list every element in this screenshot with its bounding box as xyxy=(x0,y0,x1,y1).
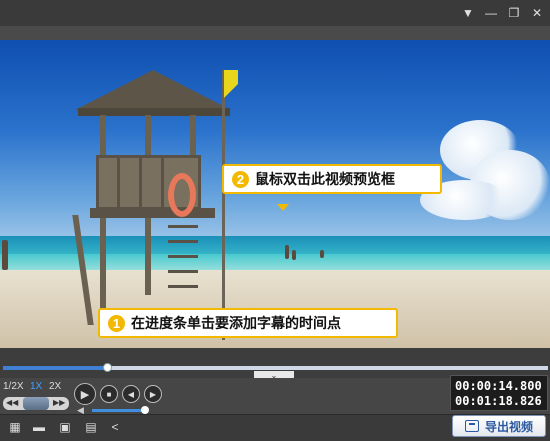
flagpole xyxy=(222,70,225,340)
ladder-rung xyxy=(168,240,198,243)
close-icon[interactable]: ✕ xyxy=(527,4,547,22)
next-frame-icon: ▶ xyxy=(149,389,157,399)
speed-slider[interactable]: ◀◀ ▶▶ xyxy=(3,397,69,410)
play-button[interactable]: ▶ xyxy=(74,383,96,405)
volume-slider[interactable] xyxy=(92,406,150,414)
volume-fill xyxy=(92,409,146,412)
faster-icon[interactable]: ▶▶ xyxy=(53,398,65,407)
export-label: 导出视频 xyxy=(484,419,533,434)
stop-button[interactable]: ■ xyxy=(100,385,118,403)
callout-text: 鼠标双击此视频预览框 xyxy=(255,171,395,187)
callout-click-progress: 1 在进度条单击要添加字幕的时间点 xyxy=(98,308,398,338)
total-duration: 00:01:18.826 xyxy=(455,394,542,408)
tower-roof xyxy=(75,70,231,110)
video-editor-window: ▼ — ❐ ✕ 2 鼠标双击此视频预览框 1 在进度条单击要添加字幕的时间点 ⌄… xyxy=(0,0,550,441)
time-display: 00:00:14.800 00:01:18.826 xyxy=(450,375,548,411)
callout-text: 在进度条单击要添加字幕的时间点 xyxy=(131,315,341,331)
top-strip xyxy=(0,26,550,40)
progress-bar[interactable] xyxy=(3,363,548,372)
person xyxy=(285,245,289,259)
person xyxy=(2,240,8,270)
cabin-slat xyxy=(161,158,164,208)
cabin-slat xyxy=(117,158,120,208)
progress-fill xyxy=(3,366,107,370)
tower-ladder xyxy=(168,215,198,305)
speed-double[interactable]: 2X xyxy=(49,381,61,392)
export-video-button[interactable]: 导出视频 xyxy=(452,415,546,437)
previous-frame-icon: ◀ xyxy=(127,389,135,399)
ladder-rung xyxy=(168,285,198,288)
speed-normal[interactable]: 1X xyxy=(30,381,42,392)
flag xyxy=(224,70,238,98)
video-preview[interactable]: 2 鼠标双击此视频预览框 1 在进度条单击要添加字幕的时间点 xyxy=(0,40,550,348)
ladder-rung xyxy=(168,255,198,258)
maximize-icon[interactable]: ❐ xyxy=(504,4,524,22)
progress-handle[interactable] xyxy=(102,363,112,372)
life-ring xyxy=(168,173,196,217)
next-frame-button[interactable]: ▶ xyxy=(144,385,162,403)
export-icon xyxy=(464,420,479,432)
step-badge: 1 xyxy=(108,314,125,332)
menu-dropdown-icon[interactable]: ▼ xyxy=(458,4,478,22)
current-time: 00:00:14.800 xyxy=(455,379,542,393)
slower-icon[interactable]: ◀◀ xyxy=(6,398,18,407)
open-folder-icon[interactable]: ▬ xyxy=(32,420,46,434)
title-bar: ▼ — ❐ ✕ xyxy=(0,0,550,26)
ladder-rung xyxy=(168,270,198,273)
new-project-icon[interactable]: ▦ xyxy=(8,420,22,434)
save-as-icon[interactable]: ▤ xyxy=(84,420,98,434)
share-icon[interactable]: < xyxy=(108,420,122,434)
callout-pointer xyxy=(277,204,289,211)
person xyxy=(292,250,296,260)
step-badge: 2 xyxy=(232,170,249,188)
callout-double-click-preview: 2 鼠标双击此视频预览框 xyxy=(222,164,442,194)
play-icon: ▶ xyxy=(80,388,90,401)
person xyxy=(320,250,324,258)
speed-slider-thumb[interactable] xyxy=(23,397,49,410)
previous-frame-button[interactable]: ◀ xyxy=(122,385,140,403)
minimize-icon[interactable]: — xyxy=(481,4,501,22)
speed-half[interactable]: 1/2X xyxy=(3,381,24,392)
cabin-slat xyxy=(139,158,142,208)
save-icon[interactable]: ▣ xyxy=(58,420,72,434)
stop-icon: ■ xyxy=(106,389,112,399)
ladder-rung xyxy=(168,225,198,228)
